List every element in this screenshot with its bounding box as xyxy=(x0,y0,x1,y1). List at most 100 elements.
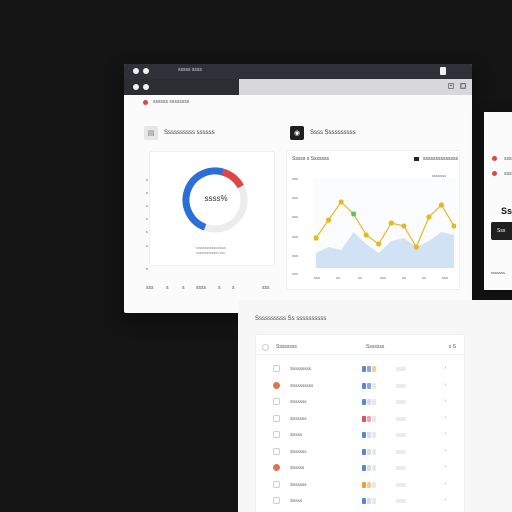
donut-y-label: s xyxy=(146,266,148,271)
donut-legend-item: sssssssssssss sss xyxy=(196,251,225,255)
window-close-button[interactable] xyxy=(133,68,139,74)
x-tick: sss xyxy=(380,275,386,280)
line-chart xyxy=(314,178,456,268)
side-action-button[interactable]: Sss xyxy=(491,222,512,240)
status-tag xyxy=(362,415,376,422)
tag-chip xyxy=(362,481,366,488)
chevron-right-icon[interactable]: › xyxy=(444,481,446,487)
bottom-label: s xyxy=(232,285,235,291)
table-row[interactable]: Ssssss › xyxy=(256,460,464,476)
y-tick: sss xyxy=(292,253,298,258)
table-row[interactable]: Sssssss › xyxy=(256,477,464,493)
data-point[interactable] xyxy=(376,241,382,247)
bottom-label: s xyxy=(182,285,185,291)
tag-chip xyxy=(372,448,376,455)
column-header-name[interactable]: Ssssssss xyxy=(276,344,297,350)
x-tick: ss xyxy=(336,275,340,280)
side-item[interactable]: ssssssss xyxy=(504,156,512,162)
row-checkbox[interactable] xyxy=(273,431,280,438)
table-window: Ssssssssss Ss ssssssssss Ssssssss Ssssss… xyxy=(238,300,512,512)
data-point[interactable] xyxy=(401,223,407,229)
tag-chip xyxy=(362,415,366,422)
row-checkbox[interactable] xyxy=(273,365,280,372)
table-row[interactable]: Sssss › xyxy=(256,493,464,509)
table-row[interactable]: Sssssss › xyxy=(256,394,464,410)
data-point[interactable] xyxy=(413,244,419,250)
chevron-right-icon[interactable]: › xyxy=(444,365,446,371)
bottom-label: sss xyxy=(146,285,154,291)
line-card-subtitle: Sssss s Sssssss xyxy=(292,156,329,162)
alert-icon[interactable] xyxy=(273,381,280,389)
x-tick: ss xyxy=(402,275,406,280)
data-point[interactable] xyxy=(363,232,369,238)
column-header-status[interactable]: Sssssss xyxy=(366,344,384,350)
row-name: Sssssss xyxy=(290,415,307,421)
add-button[interactable]: + xyxy=(448,83,454,89)
donut-y-label: s xyxy=(146,243,148,248)
chevron-right-icon[interactable]: › xyxy=(444,415,446,421)
tag-chip xyxy=(367,448,371,455)
tag-chip xyxy=(367,415,371,422)
window-menu-icon[interactable] xyxy=(440,67,446,75)
data-point[interactable] xyxy=(438,202,445,208)
chevron-right-icon[interactable]: › xyxy=(444,497,446,503)
row-checkbox[interactable] xyxy=(273,497,280,504)
chevron-right-icon[interactable]: › xyxy=(444,382,446,388)
select-all-checkbox[interactable] xyxy=(262,344,269,351)
donut-y-label: s xyxy=(146,190,148,195)
chevron-right-icon[interactable]: › xyxy=(444,431,446,437)
data-point[interactable] xyxy=(325,217,332,223)
target-icon: ◉ xyxy=(290,126,304,140)
data-point[interactable] xyxy=(426,214,432,220)
row-placeholder-bar xyxy=(396,449,406,454)
tag-chip xyxy=(367,481,371,488)
donut-center-label: ssss% xyxy=(204,194,228,203)
row-placeholder-bar xyxy=(396,367,406,371)
toolbar-dot-2[interactable] xyxy=(143,84,149,90)
tag-chip xyxy=(372,415,376,422)
side-value: Ss xyxy=(501,206,512,216)
donut-y-label: s xyxy=(146,229,148,234)
tag-chip xyxy=(372,382,376,389)
side-footer: sssssss xyxy=(491,270,505,275)
row-placeholder-bar xyxy=(396,499,406,503)
alert-icon[interactable] xyxy=(273,464,280,471)
row-checkbox[interactable] xyxy=(273,447,280,455)
tag-chip xyxy=(362,432,366,438)
row-checkbox[interactable] xyxy=(273,480,280,488)
chevron-right-icon[interactable]: › xyxy=(444,398,446,404)
window-minimize-button[interactable] xyxy=(143,68,149,74)
donut-y-label: s xyxy=(146,216,148,221)
tag-chip xyxy=(372,399,376,405)
line-card-badge[interactable]: ssssssssssssss xyxy=(414,156,458,162)
table-row[interactable]: Sssssss › xyxy=(256,411,464,427)
donut-card-title: Ssssssssss ssssss xyxy=(164,130,215,136)
row-name: Ssssss xyxy=(290,465,305,470)
data-point[interactable] xyxy=(351,211,357,217)
x-tick: ss xyxy=(358,275,362,280)
chevron-right-icon[interactable]: › xyxy=(444,464,446,470)
chevron-right-icon[interactable]: › xyxy=(444,448,446,454)
row-placeholder-bar xyxy=(396,383,406,388)
column-header-actions[interactable]: s S xyxy=(449,344,456,350)
row-name: Sssss xyxy=(290,432,303,437)
table-row[interactable]: Sssssss › xyxy=(256,444,464,460)
donut-y-label: s xyxy=(146,177,148,182)
toolbar-dot-1[interactable] xyxy=(133,84,139,90)
status-tag xyxy=(362,448,376,455)
row-name: Ssssssssss xyxy=(290,382,314,388)
expand-button[interactable]: ▢ xyxy=(460,83,466,89)
table-row[interactable]: Sssss › xyxy=(256,427,464,443)
side-item[interactable]: ssssssss xyxy=(504,171,512,177)
side-status-dot-icon xyxy=(492,156,497,161)
tag-chip xyxy=(367,465,371,471)
data-point[interactable] xyxy=(338,199,344,205)
data-point[interactable] xyxy=(388,220,394,226)
row-checkbox[interactable] xyxy=(273,398,280,405)
bottom-label: s xyxy=(166,285,169,291)
row-checkbox[interactable] xyxy=(273,414,280,422)
table-row[interactable]: Ssssssssss › xyxy=(256,378,464,394)
side-status-dot-icon xyxy=(492,171,497,176)
table-row[interactable]: Sssssssss › xyxy=(256,361,464,377)
y-tick: sss xyxy=(292,176,298,181)
